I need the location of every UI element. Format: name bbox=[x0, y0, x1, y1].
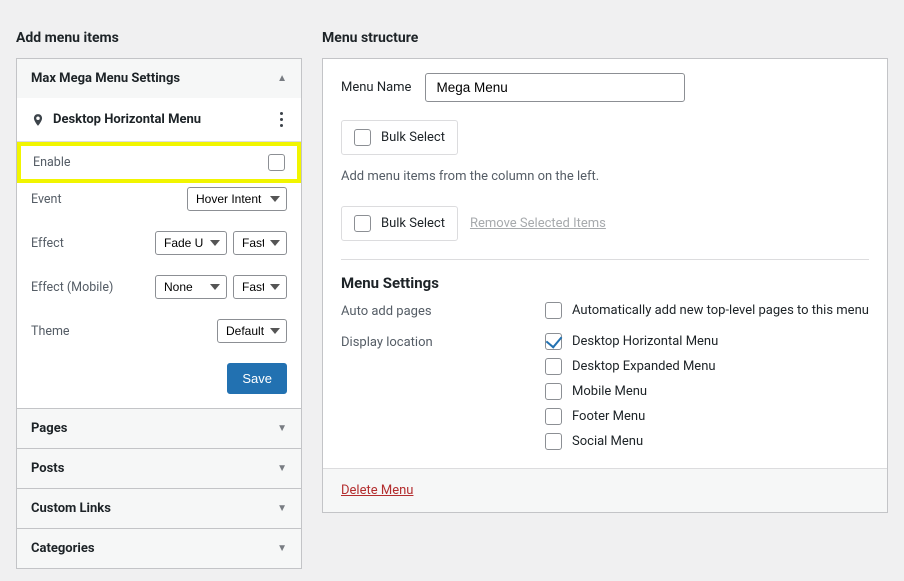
chevron-down-icon: ▼ bbox=[277, 503, 287, 514]
mmm-location-label: Desktop Horizontal Menu bbox=[53, 112, 201, 127]
chevron-up-icon: ▲ bbox=[277, 73, 287, 84]
chevron-down-icon: ▼ bbox=[277, 543, 287, 554]
bulk-select-bottom-label: Bulk Select bbox=[381, 216, 445, 231]
location-label-3: Footer Menu bbox=[572, 409, 645, 424]
event-select[interactable]: Hover Intent bbox=[187, 187, 287, 211]
auto-add-checkbox[interactable] bbox=[545, 302, 562, 319]
menu-structure-title: Menu structure bbox=[322, 30, 888, 46]
right-panel: Menu Name Bulk Select Add menu items fro… bbox=[322, 58, 888, 513]
save-button[interactable]: Save bbox=[227, 363, 287, 394]
bulk-select-top-label: Bulk Select bbox=[381, 130, 445, 145]
effect-label: Effect bbox=[31, 236, 64, 251]
mmm-settings-header[interactable]: Max Mega Menu Settings ▲ bbox=[17, 59, 301, 98]
accordion-posts-label: Posts bbox=[31, 461, 64, 476]
bulk-select-top-checkbox[interactable] bbox=[354, 129, 371, 146]
location-label-0: Desktop Horizontal Menu bbox=[572, 334, 718, 349]
enable-label: Enable bbox=[33, 155, 71, 170]
effect-mobile-speed-select[interactable]: Fast bbox=[233, 275, 287, 299]
mmm-settings-label: Max Mega Menu Settings bbox=[31, 71, 180, 86]
effect-speed-select[interactable]: Fast bbox=[233, 231, 287, 255]
location-checkbox-0[interactable] bbox=[545, 333, 562, 350]
effect-mobile-select[interactable]: None bbox=[155, 275, 227, 299]
location-checkbox-3[interactable] bbox=[545, 408, 562, 425]
accordion-pages[interactable]: Pages ▼ bbox=[17, 408, 301, 448]
location-label-2: Mobile Menu bbox=[572, 384, 647, 399]
location-pin-icon bbox=[31, 113, 45, 127]
auto-add-option-label: Automatically add new top-level pages to… bbox=[572, 303, 869, 318]
chevron-down-icon: ▼ bbox=[277, 463, 287, 474]
empty-menu-hint: Add menu items from the column on the le… bbox=[341, 169, 869, 184]
menu-settings-title: Menu Settings bbox=[341, 274, 869, 292]
kebab-menu-icon[interactable] bbox=[276, 110, 287, 129]
enable-row-highlight: Enable bbox=[19, 144, 299, 181]
accordion-pages-label: Pages bbox=[31, 421, 67, 436]
left-panel: Max Mega Menu Settings ▲ Desktop Horizon… bbox=[16, 58, 302, 569]
mmm-location-row: Desktop Horizontal Menu bbox=[17, 98, 301, 142]
location-checkbox-2[interactable] bbox=[545, 383, 562, 400]
add-items-title: Add menu items bbox=[16, 30, 302, 46]
bulk-select-bottom-checkbox[interactable] bbox=[354, 215, 371, 232]
menu-name-label: Menu Name bbox=[341, 80, 411, 95]
accordion-custom-links-label: Custom Links bbox=[31, 501, 111, 516]
effect-mobile-label: Effect (Mobile) bbox=[31, 280, 113, 295]
accordion-posts[interactable]: Posts ▼ bbox=[17, 448, 301, 488]
location-label-4: Social Menu bbox=[572, 434, 643, 449]
delete-menu-link[interactable]: Delete Menu bbox=[341, 483, 413, 498]
accordion-custom-links[interactable]: Custom Links ▼ bbox=[17, 488, 301, 528]
accordion-categories[interactable]: Categories ▼ bbox=[17, 528, 301, 568]
chevron-down-icon: ▼ bbox=[277, 423, 287, 434]
bulk-select-top[interactable]: Bulk Select bbox=[341, 120, 458, 155]
accordion-categories-label: Categories bbox=[31, 541, 95, 556]
auto-add-label: Auto add pages bbox=[341, 302, 545, 327]
effect-select[interactable]: Fade Up bbox=[155, 231, 227, 255]
theme-select[interactable]: Default bbox=[217, 319, 287, 343]
event-label: Event bbox=[31, 192, 62, 207]
menu-name-input[interactable] bbox=[425, 73, 685, 102]
location-label-1: Desktop Expanded Menu bbox=[572, 359, 716, 374]
remove-selected-link: Remove Selected Items bbox=[470, 216, 606, 231]
bulk-select-bottom[interactable]: Bulk Select bbox=[341, 206, 458, 241]
location-checkbox-1[interactable] bbox=[545, 358, 562, 375]
theme-label: Theme bbox=[31, 324, 70, 339]
enable-checkbox[interactable] bbox=[268, 154, 285, 171]
separator bbox=[341, 259, 869, 260]
location-checkbox-4[interactable] bbox=[545, 433, 562, 450]
display-location-label: Display location bbox=[341, 333, 545, 458]
